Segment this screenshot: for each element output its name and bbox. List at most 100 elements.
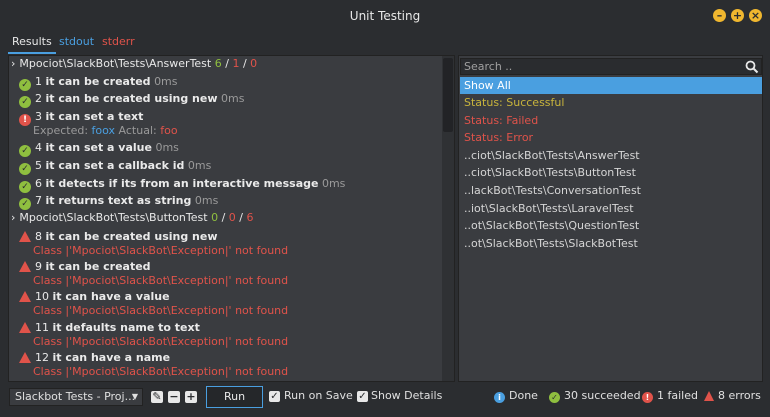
- suite-passed-count: 6: [214, 57, 222, 70]
- test-row[interactable]: ✓ 2 it can be created using new 0ms: [19, 92, 244, 108]
- suite-row[interactable]: › Mpociot\SlackBot\Tests\ButtonTest 0 / 0…: [11, 211, 254, 224]
- suite-error-count: 0: [250, 57, 258, 70]
- title-bar: Unit Testing – + ×: [0, 0, 770, 32]
- collapse-all-icon[interactable]: −: [168, 391, 180, 403]
- test-row[interactable]: ✓ 6 it detects if its from an interactive…: [19, 177, 345, 193]
- search-icon[interactable]: [745, 60, 759, 74]
- test-error-message: Class |'Mpociot\SlackBot\Exception|' not…: [33, 274, 289, 287]
- check-circle-icon: ✓: [19, 181, 31, 193]
- exclamation-circle-icon: !: [19, 114, 31, 126]
- test-error-message: Class |'Mpociot\SlackBot\Exception|' not…: [33, 335, 289, 348]
- test-name: it can have a value: [52, 290, 170, 303]
- test-name: it can be created: [45, 75, 151, 88]
- test-name: it can set a callback id: [45, 159, 185, 172]
- test-name: it can have a name: [52, 351, 171, 364]
- test-row[interactable]: 9 it can be created: [19, 260, 151, 273]
- test-row[interactable]: 10 it can have a value: [19, 290, 170, 303]
- test-name: it can be created: [45, 260, 151, 273]
- suite-name: Mpociot\SlackBot\Tests\AnswerTest: [19, 57, 212, 70]
- expected-value: foox: [91, 124, 116, 137]
- test-name: it can be created using new: [45, 230, 218, 243]
- test-time: 0ms: [321, 177, 346, 190]
- edit-icon[interactable]: ✎: [151, 391, 163, 403]
- test-name: it can set a value: [45, 141, 152, 154]
- test-row[interactable]: ✓ 7 it returns text as string 0ms: [19, 194, 218, 210]
- minimize-icon[interactable]: –: [713, 9, 726, 22]
- test-time: 0ms: [155, 141, 179, 154]
- test-name: it can set a text: [45, 110, 144, 123]
- status-errors: 8 errors: [704, 389, 761, 402]
- filter-suite[interactable]: ..ot\SlackBot\Tests\SlackBotTest: [460, 235, 762, 252]
- warning-icon: [19, 322, 31, 333]
- filter-suite[interactable]: ..ciot\SlackBot\Tests\AnswerTest: [460, 147, 762, 164]
- check-circle-icon: ✓: [19, 96, 31, 108]
- test-row[interactable]: ✓ 1 it can be created 0ms: [19, 75, 178, 91]
- test-row[interactable]: 11 it defaults name to text: [19, 321, 200, 334]
- run-button[interactable]: Run: [206, 386, 263, 408]
- filter-panel: Show All Status: Successful Status: Fail…: [458, 55, 763, 382]
- test-name: it returns text as string: [45, 194, 192, 207]
- suite-row[interactable]: › Mpociot\SlackBot\Tests\AnswerTest 6 / 1…: [11, 57, 257, 70]
- chevron-down-icon: ▼: [131, 392, 138, 401]
- filter-status-successful[interactable]: Status: Successful: [460, 94, 762, 111]
- window-title: Unit Testing: [349, 9, 421, 23]
- test-time: 0ms: [221, 92, 245, 105]
- filter-suite[interactable]: ..ciot\SlackBot\Tests\ButtonTest: [460, 164, 762, 181]
- actual-value: foo: [160, 124, 178, 137]
- active-tab-indicator: [8, 52, 56, 54]
- test-time: 0ms: [194, 194, 219, 207]
- filter-show-all[interactable]: Show All: [460, 77, 762, 94]
- filter-status-failed[interactable]: Status: Failed: [460, 112, 762, 129]
- warning-icon: [19, 352, 31, 363]
- maximize-icon[interactable]: +: [731, 9, 744, 22]
- status-failed: ! 1 failed: [642, 389, 698, 403]
- test-name: it detects if its from an interactive me…: [45, 177, 319, 190]
- test-name: it defaults name to text: [52, 321, 200, 334]
- test-failure-detail: Expected: foox Actual: foo: [33, 124, 178, 137]
- test-row[interactable]: ✓ 5 it can set a callback id 0ms: [19, 159, 211, 175]
- test-error-message: Class |'Mpociot\SlackBot\Exception|' not…: [33, 304, 289, 317]
- tab-stderr[interactable]: stderr: [102, 35, 135, 48]
- chevron-right-icon[interactable]: ›: [11, 211, 15, 224]
- test-row[interactable]: ✓ 4 it can set a value 0ms: [19, 141, 179, 157]
- check-circle-icon: ✓: [19, 79, 31, 91]
- test-time: 0ms: [154, 75, 178, 88]
- filter-suite[interactable]: ..iot\SlackBot\Tests\LaravelTest: [460, 200, 762, 217]
- bottom-toolbar: Slackbot Tests - Proj... ▼ ✎ − + Run ✓ R…: [0, 383, 770, 417]
- warning-icon: [19, 231, 31, 242]
- suite-failed-count: 0: [228, 211, 236, 224]
- test-row[interactable]: 8 it can be created using new: [19, 230, 218, 243]
- status-succeeded: ✓ 30 succeeded: [549, 389, 641, 403]
- filter-suite[interactable]: ..lackBot\Tests\ConversationTest: [460, 182, 762, 199]
- run-on-save-label: Run on Save: [284, 389, 353, 402]
- status-done: i Done: [494, 389, 538, 403]
- close-icon[interactable]: ×: [749, 9, 762, 22]
- run-on-save-checkbox[interactable]: ✓: [269, 391, 280, 402]
- check-circle-icon: ✓: [19, 163, 31, 175]
- info-icon: i: [494, 392, 505, 403]
- warning-icon: [704, 391, 714, 401]
- tab-stdout[interactable]: stdout: [59, 35, 94, 48]
- tab-results[interactable]: Results: [12, 35, 52, 48]
- check-circle-icon: ✓: [19, 198, 31, 210]
- test-error-message: Class |'Mpociot\SlackBot\Exception|' not…: [33, 365, 289, 378]
- test-error-message: Class |'Mpociot\SlackBot\Exception|' not…: [33, 244, 289, 257]
- suite-failed-count: 1: [232, 57, 240, 70]
- test-time: 0ms: [187, 159, 212, 172]
- filter-status-error[interactable]: Status: Error: [460, 129, 762, 146]
- project-select[interactable]: Slackbot Tests - Proj... ▼: [9, 388, 143, 406]
- show-details-checkbox[interactable]: ✓: [357, 391, 368, 402]
- suite-passed-count: 0: [211, 211, 219, 224]
- test-row[interactable]: 12 it can have a name: [19, 351, 170, 364]
- test-name: it can be created using new: [45, 92, 218, 105]
- search-box[interactable]: [460, 58, 762, 75]
- filter-suite[interactable]: ..ot\SlackBot\Tests\QuestionTest: [460, 217, 762, 234]
- results-scrollbar[interactable]: [442, 56, 454, 381]
- check-circle-icon: ✓: [19, 145, 31, 157]
- warning-icon: [19, 291, 31, 302]
- search-input[interactable]: [461, 59, 741, 74]
- chevron-right-icon[interactable]: ›: [11, 57, 15, 70]
- scrollbar-thumb[interactable]: [443, 58, 453, 132]
- expand-all-icon[interactable]: +: [185, 391, 197, 403]
- results-tree[interactable]: › Mpociot\SlackBot\Tests\AnswerTest 6 / 1…: [8, 55, 455, 382]
